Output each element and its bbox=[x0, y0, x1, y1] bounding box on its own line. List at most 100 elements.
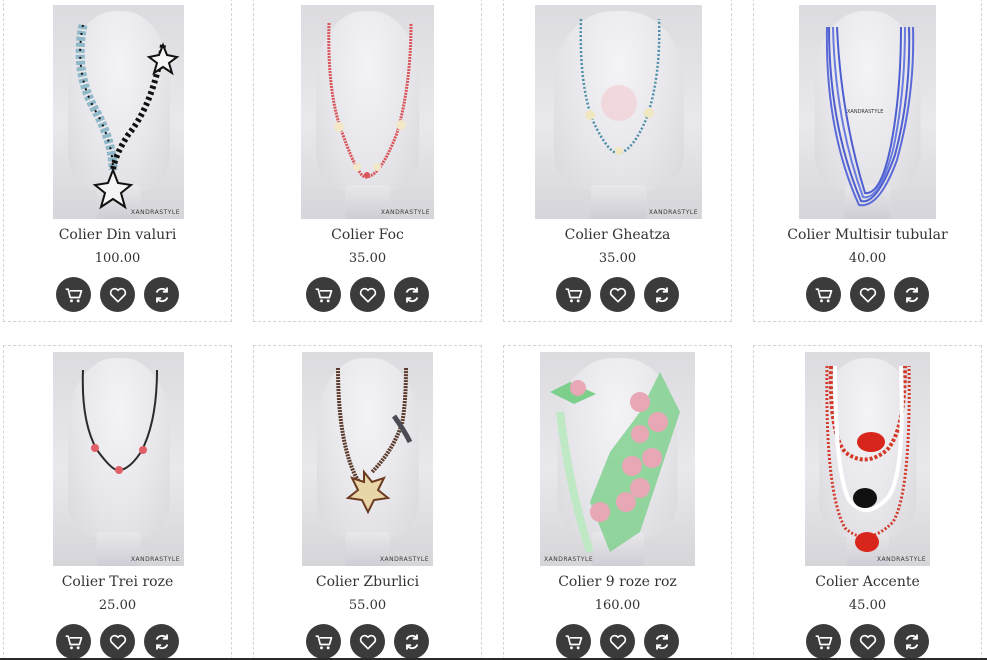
wishlist-button[interactable] bbox=[600, 624, 635, 659]
refresh-icon bbox=[655, 634, 668, 649]
image-label: XANDRASTYLE bbox=[847, 109, 883, 115]
add-to-cart-button[interactable] bbox=[806, 624, 841, 659]
watermark: XANDRASTYLE bbox=[876, 556, 926, 563]
wishlist-button[interactable] bbox=[100, 624, 135, 659]
necklace-image bbox=[75, 24, 180, 210]
necklace-image bbox=[81, 369, 158, 474]
product-title[interactable]: Colier 9 roze roz bbox=[504, 574, 731, 590]
heart-icon bbox=[609, 287, 626, 302]
product-price: 100.00 bbox=[94, 251, 141, 266]
heart-icon bbox=[859, 287, 876, 302]
add-to-cart-button[interactable] bbox=[556, 624, 591, 659]
compare-button[interactable] bbox=[644, 624, 679, 659]
product-card: XANDRASTYLE Colier Trei roze 25.00 bbox=[3, 345, 232, 660]
product-title[interactable]: Colier Multisir tubular bbox=[754, 227, 981, 243]
product-image[interactable]: XANDRASTYLE bbox=[301, 5, 434, 219]
product-price: 35.00 bbox=[598, 251, 637, 266]
add-to-cart-button[interactable] bbox=[556, 277, 591, 312]
product-image[interactable]: XANDRASTYLE bbox=[540, 352, 695, 566]
necklace-image bbox=[825, 365, 911, 552]
heart-icon bbox=[359, 634, 376, 649]
heart-icon bbox=[109, 287, 126, 302]
product-card: XANDRASTYLE Colier Zburlici 55.00 bbox=[253, 345, 482, 660]
refresh-icon bbox=[405, 287, 418, 302]
add-to-cart-button[interactable] bbox=[56, 624, 91, 659]
product-card: XANDRASTYLE Colier Din valuri 100.00 bbox=[3, 0, 232, 322]
necklace-image bbox=[579, 18, 661, 155]
necklace-image bbox=[550, 372, 680, 554]
refresh-icon bbox=[405, 634, 418, 649]
product-image[interactable]: XANDRASTYLE bbox=[53, 5, 184, 219]
product-actions bbox=[504, 624, 731, 659]
product-image[interactable]: XANDRASTYLE bbox=[53, 352, 184, 566]
product-actions bbox=[254, 624, 481, 659]
compare-button[interactable] bbox=[644, 277, 679, 312]
product-card: XANDRASTYLE Colier Multisir tubular 40.0… bbox=[753, 0, 982, 322]
compare-button[interactable] bbox=[894, 277, 929, 312]
add-to-cart-button[interactable] bbox=[806, 277, 841, 312]
cart-icon bbox=[65, 634, 82, 649]
refresh-icon bbox=[655, 287, 668, 302]
cart-icon bbox=[315, 634, 332, 649]
product-image[interactable]: XANDRASTYLE bbox=[302, 352, 433, 566]
watermark: XANDRASTYLE bbox=[648, 209, 698, 216]
compare-button[interactable] bbox=[144, 624, 179, 659]
product-image[interactable]: XANDRASTYLE bbox=[799, 5, 936, 219]
product-actions bbox=[754, 624, 981, 659]
refresh-icon bbox=[155, 634, 168, 649]
cart-icon bbox=[565, 634, 582, 649]
wishlist-button[interactable] bbox=[350, 277, 385, 312]
product-card: XANDRASTYLE Colier Accente 45.00 bbox=[753, 345, 982, 660]
product-title[interactable]: Colier Zburlici bbox=[254, 574, 481, 590]
product-price: 35.00 bbox=[348, 251, 387, 266]
watermark: XANDRASTYLE bbox=[130, 209, 180, 216]
compare-button[interactable] bbox=[394, 624, 429, 659]
product-grid: XANDRASTYLE Colier Din valuri 100.00 XAN… bbox=[0, 0, 987, 660]
product-price: 160.00 bbox=[594, 598, 641, 613]
product-actions bbox=[254, 277, 481, 312]
necklace-image: XANDRASTYLE bbox=[825, 26, 915, 207]
add-to-cart-button[interactable] bbox=[56, 277, 91, 312]
product-title[interactable]: Colier Accente bbox=[754, 574, 981, 590]
product-actions bbox=[4, 277, 231, 312]
cart-icon bbox=[65, 287, 82, 302]
watermark: XANDRASTYLE bbox=[379, 556, 429, 563]
add-to-cart-button[interactable] bbox=[306, 624, 341, 659]
product-card: XANDRASTYLE Colier Gheatza 35.00 bbox=[503, 0, 732, 322]
product-actions bbox=[504, 277, 731, 312]
cart-icon bbox=[565, 287, 582, 302]
cart-icon bbox=[815, 634, 832, 649]
product-title[interactable]: Colier Foc bbox=[254, 227, 481, 243]
wishlist-button[interactable] bbox=[600, 277, 635, 312]
wishlist-button[interactable] bbox=[850, 624, 885, 659]
wishlist-button[interactable] bbox=[100, 277, 135, 312]
refresh-icon bbox=[155, 287, 168, 302]
product-image[interactable]: XANDRASTYLE bbox=[535, 5, 702, 219]
heart-icon bbox=[859, 634, 876, 649]
product-image[interactable]: XANDRASTYLE bbox=[805, 352, 930, 566]
refresh-icon bbox=[905, 634, 918, 649]
product-title[interactable]: Colier Trei roze bbox=[4, 574, 231, 590]
refresh-icon bbox=[905, 287, 918, 302]
necklace-image bbox=[336, 367, 413, 515]
heart-icon bbox=[359, 287, 376, 302]
compare-button[interactable] bbox=[394, 277, 429, 312]
watermark: XANDRASTYLE bbox=[380, 209, 430, 216]
product-actions bbox=[754, 277, 981, 312]
product-price: 25.00 bbox=[98, 598, 137, 613]
add-to-cart-button[interactable] bbox=[306, 277, 341, 312]
wishlist-button[interactable] bbox=[850, 277, 885, 312]
necklace-image bbox=[327, 22, 413, 179]
wishlist-button[interactable] bbox=[350, 624, 385, 659]
compare-button[interactable] bbox=[894, 624, 929, 659]
product-title[interactable]: Colier Din valuri bbox=[4, 227, 231, 243]
compare-button[interactable] bbox=[144, 277, 179, 312]
product-price: 55.00 bbox=[348, 598, 387, 613]
product-price: 40.00 bbox=[848, 251, 887, 266]
heart-icon bbox=[109, 634, 126, 649]
product-card: XANDRASTYLE Colier 9 roze roz 160.00 bbox=[503, 345, 732, 660]
heart-icon bbox=[609, 634, 626, 649]
product-title[interactable]: Colier Gheatza bbox=[504, 227, 731, 243]
product-price: 45.00 bbox=[848, 598, 887, 613]
watermark: XANDRASTYLE bbox=[130, 556, 180, 563]
